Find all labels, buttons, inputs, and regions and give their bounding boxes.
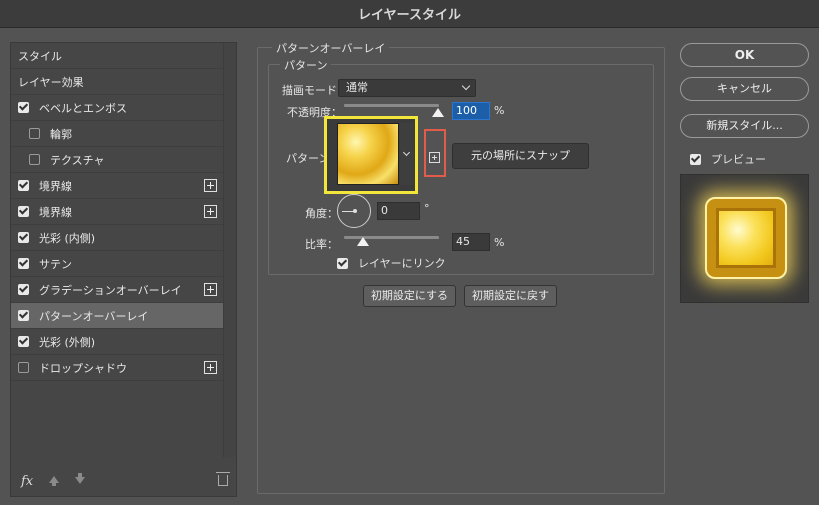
effect-checkbox[interactable] [18,206,29,217]
effect-checkbox[interactable] [29,128,40,139]
ok-label: OK [734,48,755,62]
snap-to-origin-button[interactable]: 元の場所にスナップ [452,143,589,169]
effect-label: 光彩 (内側) [39,231,96,245]
angle-unit: ° [424,202,430,215]
effect-item[interactable]: 境界線 [11,173,223,199]
effect-item[interactable]: サテン [11,251,223,277]
scale-label: 比率： [305,238,338,251]
effect-item[interactable]: スタイル [11,43,223,69]
opacity-unit: % [494,104,505,117]
scale-unit: % [494,236,505,249]
pattern-swatch[interactable] [337,123,399,185]
window-title: レイヤースタイル [358,8,461,23]
effect-checkbox[interactable] [18,284,29,295]
effect-label: パターンオーバーレイ [39,309,149,323]
make-default-button[interactable]: 初期設定にする [363,285,456,307]
effect-item[interactable]: レイヤー効果 [11,69,223,95]
preview-label: プレビュー [711,153,766,166]
blend-mode-value: 通常 [346,81,368,94]
effect-item[interactable]: 境界線 [11,199,223,225]
snap-to-origin-label: 元の場所にスナップ [471,149,570,162]
effect-label: グラデーションオーバーレイ [39,283,182,297]
effect-item[interactable]: グラデーションオーバーレイ [11,277,223,303]
effect-checkbox[interactable] [18,232,29,243]
trash-icon[interactable] [216,472,230,486]
reset-default-button[interactable]: 初期設定に戻す [464,285,557,307]
opacity-slider-thumb[interactable] [432,108,444,117]
effect-item[interactable]: テクスチャ [11,147,223,173]
effect-checkbox[interactable] [18,102,29,113]
chevron-down-icon [461,81,471,91]
new-preset-icon[interactable] [429,152,440,163]
effect-checkbox[interactable] [18,180,29,191]
ok-button[interactable]: OK [680,43,809,67]
add-effect-icon[interactable] [204,205,217,218]
effect-label: 輪郭 [50,127,72,141]
effect-checkbox[interactable] [18,310,29,321]
pattern-picker-button[interactable] [400,123,414,185]
effect-label: 境界線 [39,179,72,193]
blend-mode-select[interactable]: 通常 [338,79,476,97]
effect-item[interactable]: 輪郭 [11,121,223,147]
effect-item[interactable]: ドロップシャドウ [11,355,223,381]
effect-item[interactable]: パターンオーバーレイ [11,303,223,329]
opacity-slider-track[interactable] [344,104,439,107]
preview-pattern [716,208,776,268]
cancel-label: キャンセル [717,82,772,95]
effects-list-scrollbar[interactable] [223,43,236,457]
add-effect-icon[interactable] [204,361,217,374]
effect-label: ベベルとエンボス [39,101,127,115]
fx-menu-button[interactable]: fx [21,474,33,489]
opacity-input[interactable]: 100 [452,102,490,120]
link-with-layer-checkbox[interactable] [337,257,348,269]
make-default-label: 初期設定にする [370,289,449,302]
effect-label: 境界線 [39,205,72,219]
effect-item[interactable]: ベベルとエンボス [11,95,223,121]
reset-default-label: 初期設定に戻す [472,289,549,302]
effect-label: スタイル [18,49,62,63]
add-effect-icon[interactable] [204,283,217,296]
effect-checkbox[interactable] [18,258,29,269]
link-with-layer-row[interactable]: レイヤーにリンク [337,255,446,271]
preview-toggle[interactable]: プレビュー [690,151,766,167]
move-down-arrow-icon[interactable] [75,473,85,484]
effects-list-toolbar: fx [11,468,236,496]
chevron-down-icon [402,148,411,157]
effect-checkbox[interactable] [18,362,29,373]
scale-value: 45 [456,235,470,248]
angle-label: 角度： [305,207,338,220]
opacity-value: 100 [456,104,477,117]
angle-input[interactable]: 0 [377,202,420,220]
cancel-button[interactable]: キャンセル [680,77,809,101]
link-with-layer-label: レイヤーにリンク [358,257,446,270]
new-style-label: 新規スタイル... [706,119,783,132]
effects-list: スタイル レイヤー効果 ベベルとエンボス 輪郭 テクスチャ 境界線 境界線 光彩 (内側) サテ… [11,43,223,381]
angle-dial[interactable] [337,194,371,228]
angle-value: 0 [381,204,388,217]
style-preview [680,174,809,303]
effect-label: 光彩 (外側) [39,335,96,349]
window-titlebar: レイヤースタイル [0,0,819,28]
new-style-button[interactable]: 新規スタイル... [680,114,809,138]
effect-label: テクスチャ [50,153,105,167]
effect-item[interactable]: 光彩 (外側) [11,329,223,355]
effect-item[interactable]: 光彩 (内側) [11,225,223,251]
effect-label: サテン [39,257,72,271]
effect-label: レイヤー効果 [18,75,84,89]
effect-checkbox[interactable] [18,336,29,347]
scale-slider-thumb[interactable] [357,237,369,246]
preview-tile [705,197,787,279]
scale-input[interactable]: 45 [452,233,490,251]
add-effect-icon[interactable] [204,179,217,192]
effect-label: ドロップシャドウ [39,361,127,375]
preview-checkbox[interactable] [690,153,701,165]
pattern-overlay-title: パターンオーバーレイ [272,40,390,56]
effects-list-panel: スタイル レイヤー効果 ベベルとエンボス 輪郭 テクスチャ 境界線 境界線 光彩 (内側) サテ… [10,42,237,497]
effect-checkbox[interactable] [29,154,40,165]
move-up-arrow-icon[interactable] [49,476,59,486]
pattern-subgroup-title: パターン [280,57,332,73]
